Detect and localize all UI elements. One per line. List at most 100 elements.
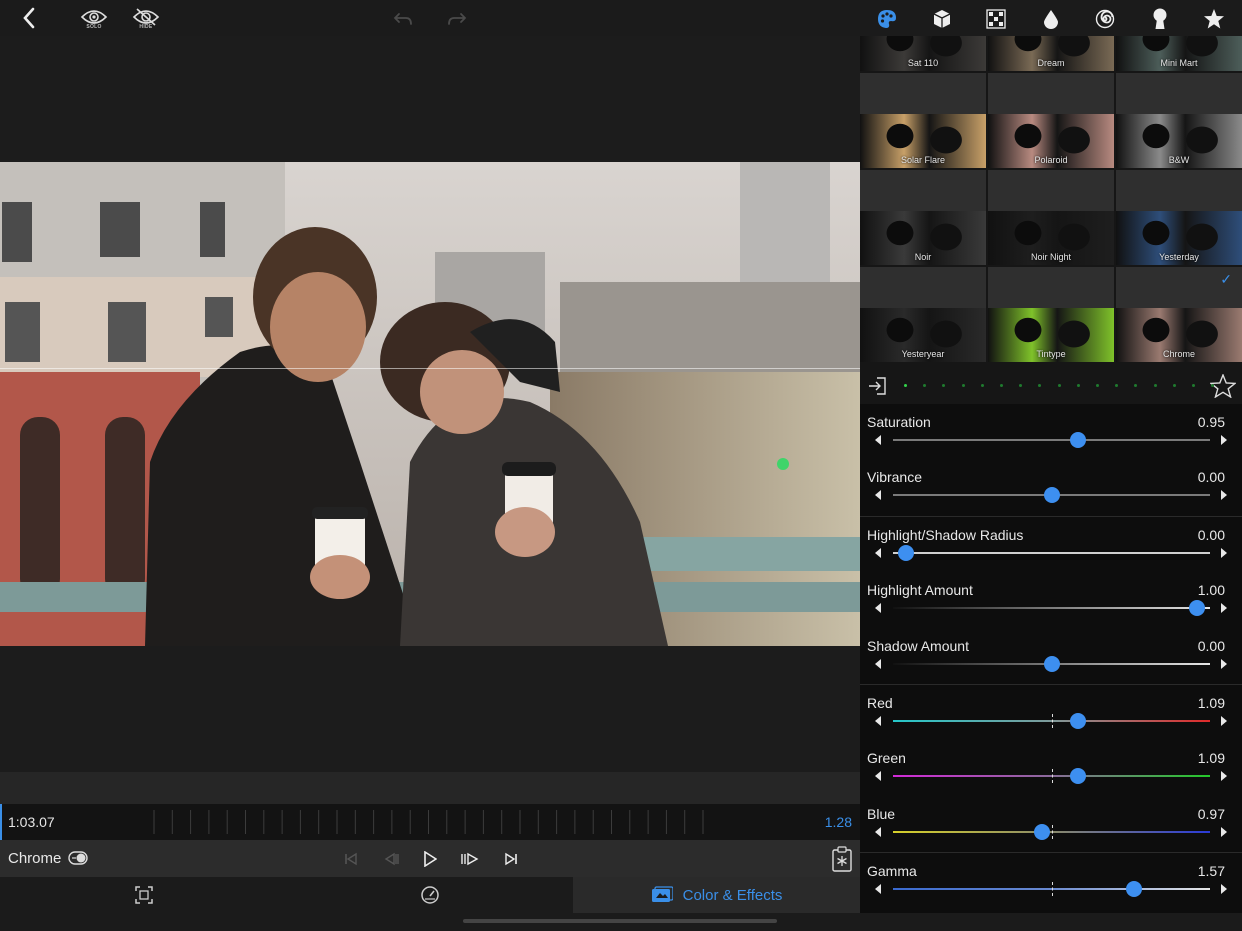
- playhead[interactable]: [0, 804, 2, 840]
- tab-vignette[interactable]: [1147, 6, 1173, 32]
- preset-name: Solar Flare: [900, 155, 945, 165]
- pager-dot[interactable]: [1038, 384, 1042, 387]
- slider-knob[interactable]: [1043, 656, 1060, 672]
- tab-speed[interactable]: [287, 877, 573, 913]
- clip-name: Chrome: [8, 850, 62, 867]
- preset-tile[interactable]: Yesteryear: [860, 267, 986, 362]
- timeline[interactable]: 1:03.07 1.28: [0, 804, 860, 840]
- slider-knob[interactable]: [1043, 487, 1060, 503]
- pager-dot[interactable]: [1000, 384, 1003, 387]
- tab-color-effects-label: Color & Effects: [682, 886, 783, 904]
- paste-settings-button[interactable]: [831, 846, 853, 872]
- crop-icon: [134, 886, 153, 904]
- slider-row: Blue 0.97: [860, 796, 1242, 851]
- preset-tile[interactable]: Tintype: [988, 267, 1114, 362]
- slider-knob[interactable]: [897, 545, 914, 561]
- decrement-arrow-icon[interactable]: [875, 716, 881, 726]
- decrement-arrow-icon[interactable]: [875, 659, 881, 669]
- slider-value: 1.09: [1197, 695, 1225, 711]
- preset-tile[interactable]: Noir Night: [988, 170, 1114, 265]
- step-back-button[interactable]: [380, 848, 402, 870]
- preset-tile[interactable]: Noir: [860, 170, 986, 265]
- pager-dot[interactable]: [1057, 384, 1061, 387]
- preset-tile[interactable]: Solar Flare: [860, 73, 986, 168]
- pager-dot[interactable]: [1019, 384, 1023, 387]
- video-viewer[interactable]: [0, 36, 860, 772]
- tab-pattern[interactable]: [983, 6, 1009, 32]
- pager-dot[interactable]: [1096, 384, 1099, 387]
- center-marker: [1051, 882, 1053, 896]
- go-to-end-button[interactable]: [500, 848, 522, 870]
- pager-dot[interactable]: [1115, 384, 1119, 387]
- pager-dot[interactable]: [961, 384, 965, 387]
- pager-dot[interactable]: [942, 384, 946, 387]
- undo-button[interactable]: [390, 6, 416, 30]
- preset-tile[interactable]: Yesterday: [1116, 170, 1242, 265]
- video-frame[interactable]: [0, 162, 860, 646]
- increment-arrow-icon[interactable]: [1221, 884, 1227, 894]
- back-button[interactable]: [14, 4, 44, 32]
- preset-tile[interactable]: Mini Mart: [1116, 36, 1242, 71]
- slider-knob[interactable]: [1125, 881, 1142, 897]
- increment-arrow-icon[interactable]: [1221, 490, 1227, 500]
- increment-arrow-icon[interactable]: [1221, 827, 1227, 837]
- tab-crop[interactable]: [0, 877, 287, 913]
- solo-button[interactable]: SOLO: [78, 3, 110, 35]
- step-forward-button[interactable]: [459, 848, 481, 870]
- split-compare-line[interactable]: [0, 368, 860, 369]
- slider-knob[interactable]: [1069, 768, 1086, 784]
- decrement-arrow-icon[interactable]: [875, 827, 881, 837]
- tab-drop[interactable]: [1038, 6, 1064, 32]
- pager-dot[interactable]: [923, 384, 927, 387]
- pager-dot[interactable]: [1076, 384, 1080, 387]
- decrement-arrow-icon[interactable]: [875, 435, 881, 445]
- slider-track[interactable]: [893, 607, 1210, 609]
- drop-icon: [1044, 10, 1058, 29]
- pager-dot[interactable]: [1192, 384, 1195, 387]
- pager-dot[interactable]: [980, 384, 984, 387]
- slider-track[interactable]: [893, 552, 1210, 554]
- decrement-arrow-icon[interactable]: [875, 884, 881, 894]
- pager-dot[interactable]: [1134, 384, 1138, 387]
- tab-3d-lut[interactable]: [929, 6, 955, 32]
- pager-dot[interactable]: [904, 384, 907, 387]
- increment-arrow-icon[interactable]: [1221, 716, 1227, 726]
- increment-arrow-icon[interactable]: [1221, 435, 1227, 445]
- slider-knob[interactable]: [1070, 432, 1087, 448]
- increment-arrow-icon[interactable]: [1221, 659, 1227, 669]
- decrement-arrow-icon[interactable]: [875, 490, 881, 500]
- increment-arrow-icon[interactable]: [1221, 548, 1227, 558]
- preset-name: Yesterday: [1159, 252, 1199, 262]
- redo-button[interactable]: [444, 6, 470, 30]
- tab-spiral[interactable]: [1092, 6, 1118, 32]
- decrement-arrow-icon[interactable]: [875, 603, 881, 613]
- slider-track[interactable]: [893, 439, 1210, 441]
- tab-favorites[interactable]: [1201, 6, 1227, 32]
- decrement-arrow-icon[interactable]: [875, 771, 881, 781]
- preset-name: Tintype: [1036, 349, 1066, 359]
- pager-dot[interactable]: [1172, 384, 1176, 387]
- preset-tile[interactable]: Chrome ✓: [1116, 267, 1242, 362]
- preset-tile[interactable]: Sat 110: [860, 36, 986, 71]
- tab-color-effects[interactable]: Color & Effects: [573, 877, 860, 913]
- preset-tile[interactable]: Dream: [988, 36, 1114, 71]
- go-to-start-button[interactable]: [340, 848, 362, 870]
- slider-knob[interactable]: [1189, 600, 1206, 616]
- hide-button[interactable]: HIDE: [130, 3, 162, 35]
- increment-arrow-icon[interactable]: [1221, 771, 1227, 781]
- pager-dot[interactable]: [1153, 384, 1157, 387]
- import-icon[interactable]: [868, 377, 886, 395]
- slider-row: Highlight Amount 1.00: [860, 572, 1242, 627]
- chevron-left-icon: [23, 7, 35, 29]
- slider-label: Highlight Amount: [867, 582, 973, 598]
- home-indicator[interactable]: [463, 919, 777, 923]
- preset-tile[interactable]: B&W: [1116, 73, 1242, 168]
- tab-presets[interactable]: [874, 6, 900, 32]
- increment-arrow-icon[interactable]: [1221, 603, 1227, 613]
- slider-knob[interactable]: [1033, 824, 1050, 840]
- decrement-arrow-icon[interactable]: [875, 548, 881, 558]
- play-button[interactable]: [419, 848, 441, 870]
- split-toggle-icon[interactable]: [68, 851, 88, 865]
- preset-tile[interactable]: Polaroid: [988, 73, 1114, 168]
- slider-knob[interactable]: [1069, 713, 1086, 729]
